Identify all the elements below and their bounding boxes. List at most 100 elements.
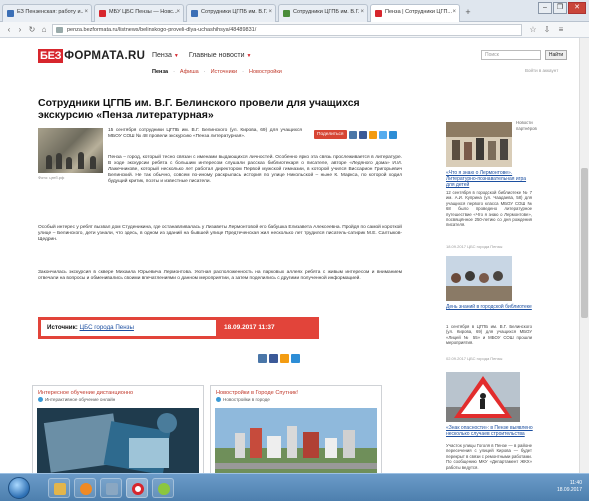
share-bar: Поделиться: [314, 130, 397, 139]
scrollbar-thumb[interactable]: [581, 168, 588, 318]
sub-navigation: Пенза · Афиша · Источники · Новостройки: [152, 69, 282, 75]
browser-icon: [158, 483, 170, 495]
promo-card[interactable]: Интересное обучение дистанционно Интерак…: [32, 385, 204, 485]
facebook-share-icon[interactable]: [269, 354, 278, 363]
article-paragraph: Особый интерес у ребят вызвал дом Студен…: [38, 225, 402, 243]
minimize-button[interactable]: –: [538, 2, 552, 14]
mail-share-icon[interactable]: [388, 130, 397, 139]
home-button[interactable]: ⌂: [39, 25, 49, 35]
mail-share-icon[interactable]: [291, 354, 300, 363]
subnav-item-afisha[interactable]: Афиша: [180, 69, 199, 75]
source-link[interactable]: ЦБС города Пензы: [80, 324, 134, 331]
globe-icon: [38, 397, 43, 402]
logo-text: ФОРМАТА.RU: [64, 50, 146, 62]
browser-tab-strip: ЕЗ Пензенская: работу и.. × МБУ ЦБС Пенз…: [0, 0, 589, 22]
sidebar-news-image[interactable]: [446, 122, 512, 167]
share-button[interactable]: Поделиться: [314, 130, 347, 139]
url-text: penza.bezformata.ru/listnews/belinskogo-…: [67, 27, 257, 33]
menu-icon[interactable]: ≡: [556, 25, 566, 35]
promo-card-source: Интерактивное обучение онлайн: [33, 397, 203, 404]
header-nav: Пенза ▼ Главные новости ▼: [152, 52, 251, 59]
partner-news-label: Новости партнёров: [516, 120, 537, 131]
folder-icon: [54, 483, 66, 495]
globe-icon: [216, 397, 221, 402]
source-date: 18.09.2017 11:37: [224, 324, 275, 331]
facebook-share-icon[interactable]: [358, 130, 367, 139]
vertical-scrollbar[interactable]: [579, 38, 589, 473]
star-icon[interactable]: ☆: [528, 25, 538, 35]
subnav-item-city[interactable]: Пенза: [152, 69, 168, 75]
address-bar[interactable]: penza.bezformata.ru/listnews/belinskogo-…: [52, 24, 522, 36]
source-bar: Источник: ЦБС города Пензы 18.09.2017 11…: [38, 317, 319, 339]
vk-share-icon[interactable]: [258, 354, 267, 363]
twitter-share-icon[interactable]: [378, 130, 387, 139]
browser-tab-2[interactable]: МБУ ЦБС Пензы — Новс... ×: [94, 4, 184, 22]
site-logo[interactable]: БЕЗ ФОРМАТА.RU: [38, 48, 145, 64]
taskbar-media[interactable]: [74, 478, 96, 498]
reload-button[interactable]: ↻: [27, 25, 37, 35]
vk-share-icon[interactable]: [348, 130, 357, 139]
subnav-item-newbuildings[interactable]: Новостройки: [249, 69, 282, 75]
main-news-menu[interactable]: Главные новости ▼: [189, 52, 252, 59]
source-label: Источник:: [47, 324, 78, 331]
caret-down-icon: ▼: [246, 53, 252, 59]
article-paragraph: Закончилась экскурсия в сквере Михаила Ю…: [38, 270, 402, 282]
tab-favicon-icon: [191, 10, 198, 17]
subnav-item-sources[interactable]: Источники: [211, 69, 238, 75]
download-icon[interactable]: ⇩: [542, 25, 552, 35]
window-icon: [106, 483, 118, 495]
new-tab-button[interactable]: +: [463, 8, 473, 18]
close-tab-icon[interactable]: ×: [452, 9, 456, 15]
sidebar-news-image[interactable]: [446, 372, 520, 422]
city-selector[interactable]: Пенза ▼: [152, 52, 179, 59]
forward-button[interactable]: ›: [15, 25, 25, 35]
taskbar-opera[interactable]: [126, 478, 148, 498]
site-search-button[interactable]: Найти: [545, 50, 567, 60]
tab-title: МБУ ЦБС Пензы — Новс...: [109, 9, 178, 15]
sidebar-news-date: 02.09.2017 ЦБС города Пензы: [446, 356, 503, 361]
bottom-share-bar: [258, 354, 300, 363]
login-link[interactable]: Войти в аккаунт: [525, 68, 558, 73]
taskbar-explorer[interactable]: [48, 478, 70, 498]
caret-down-icon: ▼: [173, 53, 179, 59]
site-search-input[interactable]: Поиск: [481, 50, 541, 60]
sidebar-news-date: 18.09.2017 ЦБС города Пензы: [446, 244, 503, 249]
media-player-icon: [80, 483, 92, 495]
sidebar-news-link[interactable]: День знаний в городской библиотеке: [446, 304, 534, 310]
close-window-button[interactable]: ✕: [568, 2, 586, 14]
taskbar-browser[interactable]: [152, 478, 174, 498]
promo-card-source: Новостройки в городе: [211, 397, 381, 404]
logo-prefix: БЕЗ: [38, 49, 64, 63]
tab-title: Сотрудники ЦГПБ им. В.Г.: [201, 9, 268, 15]
odnoklassniki-share-icon[interactable]: [280, 354, 289, 363]
article-photo[interactable]: [38, 128, 103, 173]
tab-favicon-icon: [99, 10, 106, 17]
sidebar-news-link[interactable]: «Знак опасности»: в Пензе выявлено неско…: [446, 425, 534, 437]
sidebar-news-image[interactable]: [446, 256, 512, 301]
sidebar-news-text: Участок улицы Гоголя в Пензе — в районе …: [446, 443, 532, 470]
close-tab-icon[interactable]: ×: [84, 9, 88, 15]
source-box: Источник: ЦБС города Пензы: [41, 320, 216, 336]
taskbar-app[interactable]: [100, 478, 122, 498]
back-button[interactable]: ‹: [4, 25, 14, 35]
promo-card[interactable]: Новостройки в Городе Спутник! Новостройк…: [210, 385, 382, 485]
odnoklassniki-share-icon[interactable]: [368, 130, 377, 139]
browser-tab-1[interactable]: ЕЗ Пензенская: работу и.. ×: [2, 4, 92, 22]
close-tab-icon[interactable]: ×: [268, 9, 272, 15]
promo-card-title[interactable]: Интересное обучение дистанционно: [33, 386, 203, 397]
close-tab-icon[interactable]: ×: [176, 9, 180, 15]
close-tab-icon[interactable]: ×: [360, 9, 364, 15]
system-clock[interactable]: 11:40 18.09.2017: [536, 480, 582, 494]
sidebar-news-text: 1 сентября в ЦГПБ им. В.Г. Белинского (у…: [446, 324, 532, 346]
maximize-button[interactable]: ❐: [553, 2, 567, 14]
browser-tab-active[interactable]: Пенза | Сотрудники ЦГП... ×: [370, 4, 460, 22]
lock-icon: [56, 27, 63, 33]
browser-tab-3[interactable]: Сотрудники ЦГПБ им. В.Г. ×: [186, 4, 276, 22]
tab-title: ЕЗ Пензенская: работу и..: [17, 9, 84, 15]
start-button[interactable]: [8, 477, 30, 499]
promo-card-title[interactable]: Новостройки в Городе Спутник!: [211, 386, 381, 397]
article-title: Сотрудники ЦГПБ им. В.Г. Белинского пров…: [38, 97, 360, 121]
browser-tab-4[interactable]: Сотрудники ЦГПБ им. В.Г. ×: [278, 4, 368, 22]
tab-title: Сотрудники ЦГПБ им. В.Г.: [293, 9, 360, 15]
sidebar-news-link[interactable]: «Что я знаю о Лермонтове». Литературно-п…: [446, 170, 534, 188]
